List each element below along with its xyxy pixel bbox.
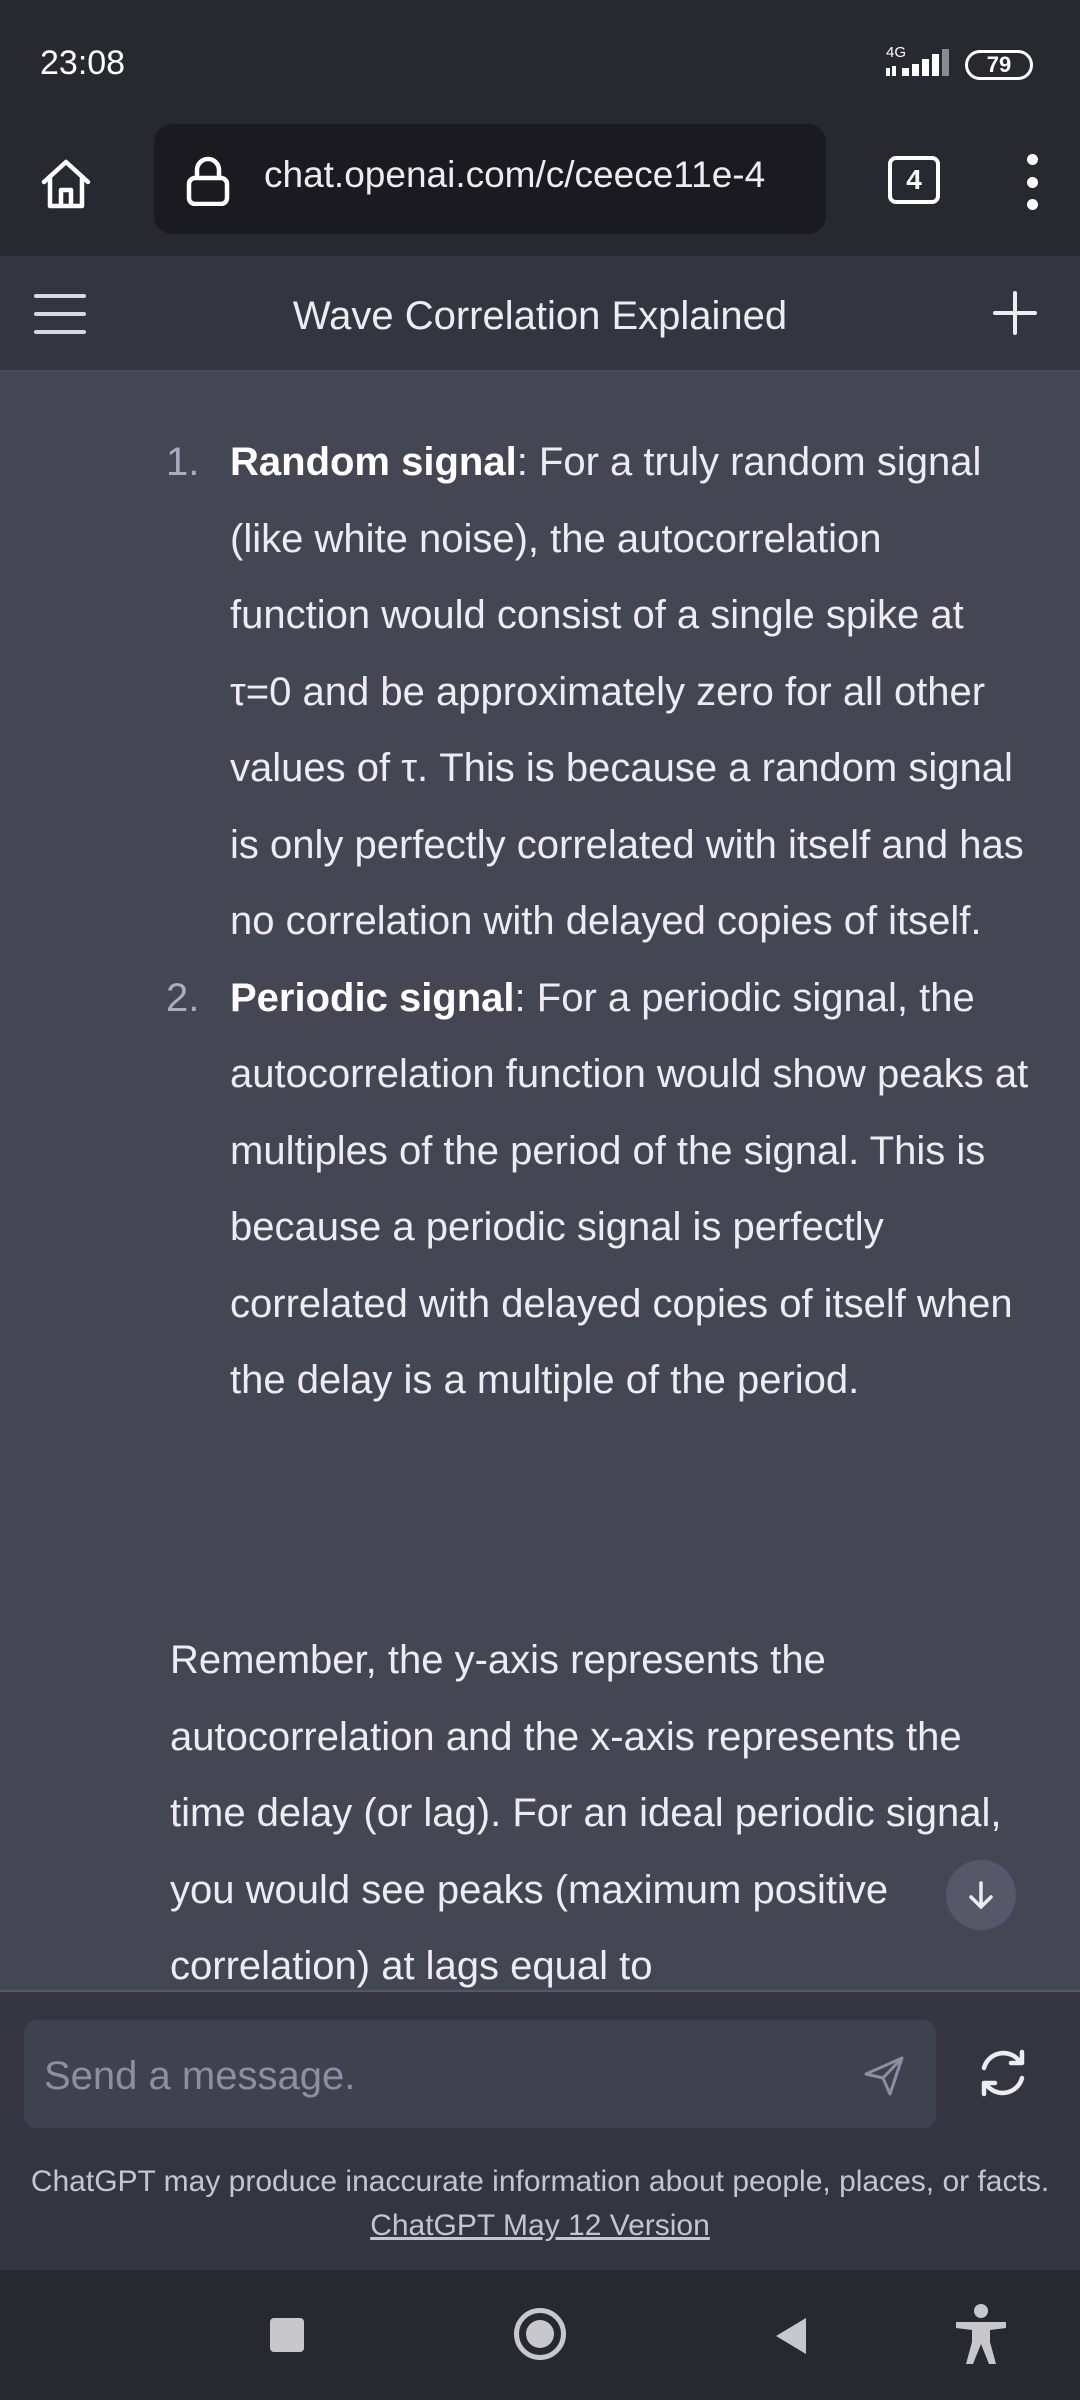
list-number: 1.: [166, 440, 200, 484]
plus-icon[interactable]: [990, 288, 1040, 338]
message-area: 1. Random signal: For a truly random sig…: [0, 372, 1080, 1990]
list-term: Random signal: [230, 440, 517, 484]
version-link[interactable]: ChatGPT May 12 Version: [370, 2209, 710, 2242]
disclaimer-text: ChatGPT may produce inaccurate informati…: [30, 2160, 1050, 2248]
list-term: Periodic signal: [230, 975, 515, 1020]
back-icon[interactable]: [770, 2314, 810, 2358]
signal-strength-icon: [886, 49, 949, 76]
message-paragraph: Remember, the y-axis represents the auto…: [170, 1638, 1002, 1988]
input-placeholder: Send a message.: [44, 2054, 356, 2098]
tab-switcher-button[interactable]: 4: [888, 156, 940, 204]
numbered-list: 1. Random signal: For a truly random sig…: [0, 424, 1080, 1419]
url-text: chat.openai.com/c/ceece11e-4: [264, 154, 766, 195]
battery-indicator: 79: [965, 50, 1033, 80]
send-icon[interactable]: [860, 2052, 908, 2100]
composer: Send a message. ChatGPT may produce inac…: [0, 1990, 1080, 2270]
accessibility-icon[interactable]: [950, 2302, 1012, 2366]
status-bar: 23:08 4G 79: [0, 0, 1080, 124]
more-vert-icon[interactable]: [1010, 154, 1054, 210]
home-icon: [41, 159, 91, 209]
status-time: 23:08: [40, 44, 126, 82]
chat-header: Wave Correlation Explained: [0, 256, 1080, 372]
list-item: 1. Random signal: For a truly random sig…: [0, 424, 1080, 960]
address-bar[interactable]: chat.openai.com/c/ceece11e-4: [154, 124, 826, 234]
list-number: 2.: [166, 975, 200, 1020]
home-button[interactable]: [30, 148, 102, 220]
scroll-to-bottom-button[interactable]: [946, 1860, 1016, 1930]
list-text: : For a periodic signal, the autocorrela…: [230, 975, 1029, 1403]
list-text: : For a truly random signal (like white …: [230, 440, 1024, 943]
home-nav-button[interactable]: [514, 2308, 566, 2360]
recents-button[interactable]: [270, 2318, 304, 2352]
message-input[interactable]: Send a message.: [24, 2020, 936, 2128]
chat-title: Wave Correlation Explained: [292, 294, 788, 338]
regenerate-icon[interactable]: [972, 2042, 1034, 2104]
lock-icon: [186, 156, 230, 206]
arrow-down-icon: [969, 1881, 993, 1909]
list-item: 2. Periodic signal: For a periodic signa…: [0, 960, 1080, 1419]
disclaimer-body: ChatGPT may produce inaccurate informati…: [30, 2165, 1050, 2198]
system-navigation-bar: [0, 2270, 1080, 2400]
browser-toolbar: chat.openai.com/c/ceece11e-4 4: [0, 124, 1080, 256]
